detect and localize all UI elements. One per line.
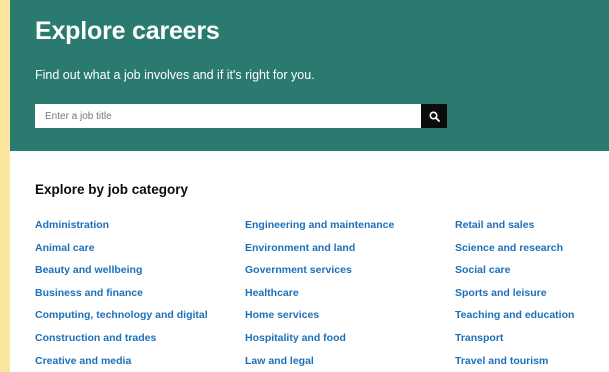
- category-link[interactable]: Environment and land: [245, 242, 355, 254]
- search-form: [35, 104, 447, 128]
- page-title: Explore careers: [35, 17, 220, 45]
- list-item: Law and legal: [245, 353, 394, 372]
- category-link[interactable]: Construction and trades: [35, 332, 156, 344]
- category-link[interactable]: Law and legal: [245, 355, 314, 367]
- list-item: Social care: [455, 262, 574, 285]
- list-item: Transport: [455, 330, 574, 353]
- search-button[interactable]: [421, 104, 447, 128]
- category-link[interactable]: Computing, technology and digital: [35, 309, 208, 321]
- list-item: Environment and land: [245, 240, 394, 263]
- category-column-1: Administration Animal care Beauty and we…: [35, 217, 208, 372]
- category-heading: Explore by job category: [35, 182, 189, 197]
- list-item: Healthcare: [245, 285, 394, 308]
- category-link[interactable]: Teaching and education: [455, 309, 574, 321]
- list-item: Administration: [35, 217, 208, 240]
- list-item: Teaching and education: [455, 307, 574, 330]
- category-link[interactable]: Social care: [455, 264, 510, 276]
- category-link[interactable]: Retail and sales: [455, 219, 534, 231]
- category-link[interactable]: Home services: [245, 309, 319, 321]
- category-link[interactable]: Creative and media: [35, 355, 131, 367]
- category-section: Explore by job category Administration A…: [10, 151, 609, 372]
- list-item: Retail and sales: [455, 217, 574, 240]
- list-item: Engineering and maintenance: [245, 217, 394, 240]
- category-link[interactable]: Engineering and maintenance: [245, 219, 394, 231]
- list-item: Sports and leisure: [455, 285, 574, 308]
- category-link[interactable]: Travel and tourism: [455, 355, 548, 367]
- category-link[interactable]: Sports and leisure: [455, 287, 547, 299]
- category-column-2: Engineering and maintenance Environment …: [245, 217, 394, 372]
- category-link[interactable]: Beauty and wellbeing: [35, 264, 142, 276]
- category-link[interactable]: Administration: [35, 219, 109, 231]
- list-item: Home services: [245, 307, 394, 330]
- category-column-3: Retail and sales Science and research So…: [455, 217, 574, 372]
- job-title-search-input[interactable]: [35, 104, 421, 128]
- page-subtitle: Find out what a job involves and if it's…: [35, 68, 315, 82]
- category-link[interactable]: Healthcare: [245, 287, 299, 299]
- list-item: Hospitality and food: [245, 330, 394, 353]
- list-item: Construction and trades: [35, 330, 208, 353]
- list-item: Science and research: [455, 240, 574, 263]
- list-item: Business and finance: [35, 285, 208, 308]
- list-item: Animal care: [35, 240, 208, 263]
- category-link[interactable]: Government services: [245, 264, 352, 276]
- category-link[interactable]: Science and research: [455, 242, 563, 254]
- category-link[interactable]: Animal care: [35, 242, 95, 254]
- list-item: Beauty and wellbeing: [35, 262, 208, 285]
- search-icon: [428, 110, 440, 122]
- category-link[interactable]: Transport: [455, 332, 503, 344]
- list-item: Computing, technology and digital: [35, 307, 208, 330]
- list-item: Creative and media: [35, 353, 208, 372]
- category-link[interactable]: Hospitality and food: [245, 332, 346, 344]
- hero-banner: Explore careers Find out what a job invo…: [10, 0, 609, 151]
- category-link[interactable]: Business and finance: [35, 287, 143, 299]
- list-item: Government services: [245, 262, 394, 285]
- list-item: Travel and tourism: [455, 353, 574, 372]
